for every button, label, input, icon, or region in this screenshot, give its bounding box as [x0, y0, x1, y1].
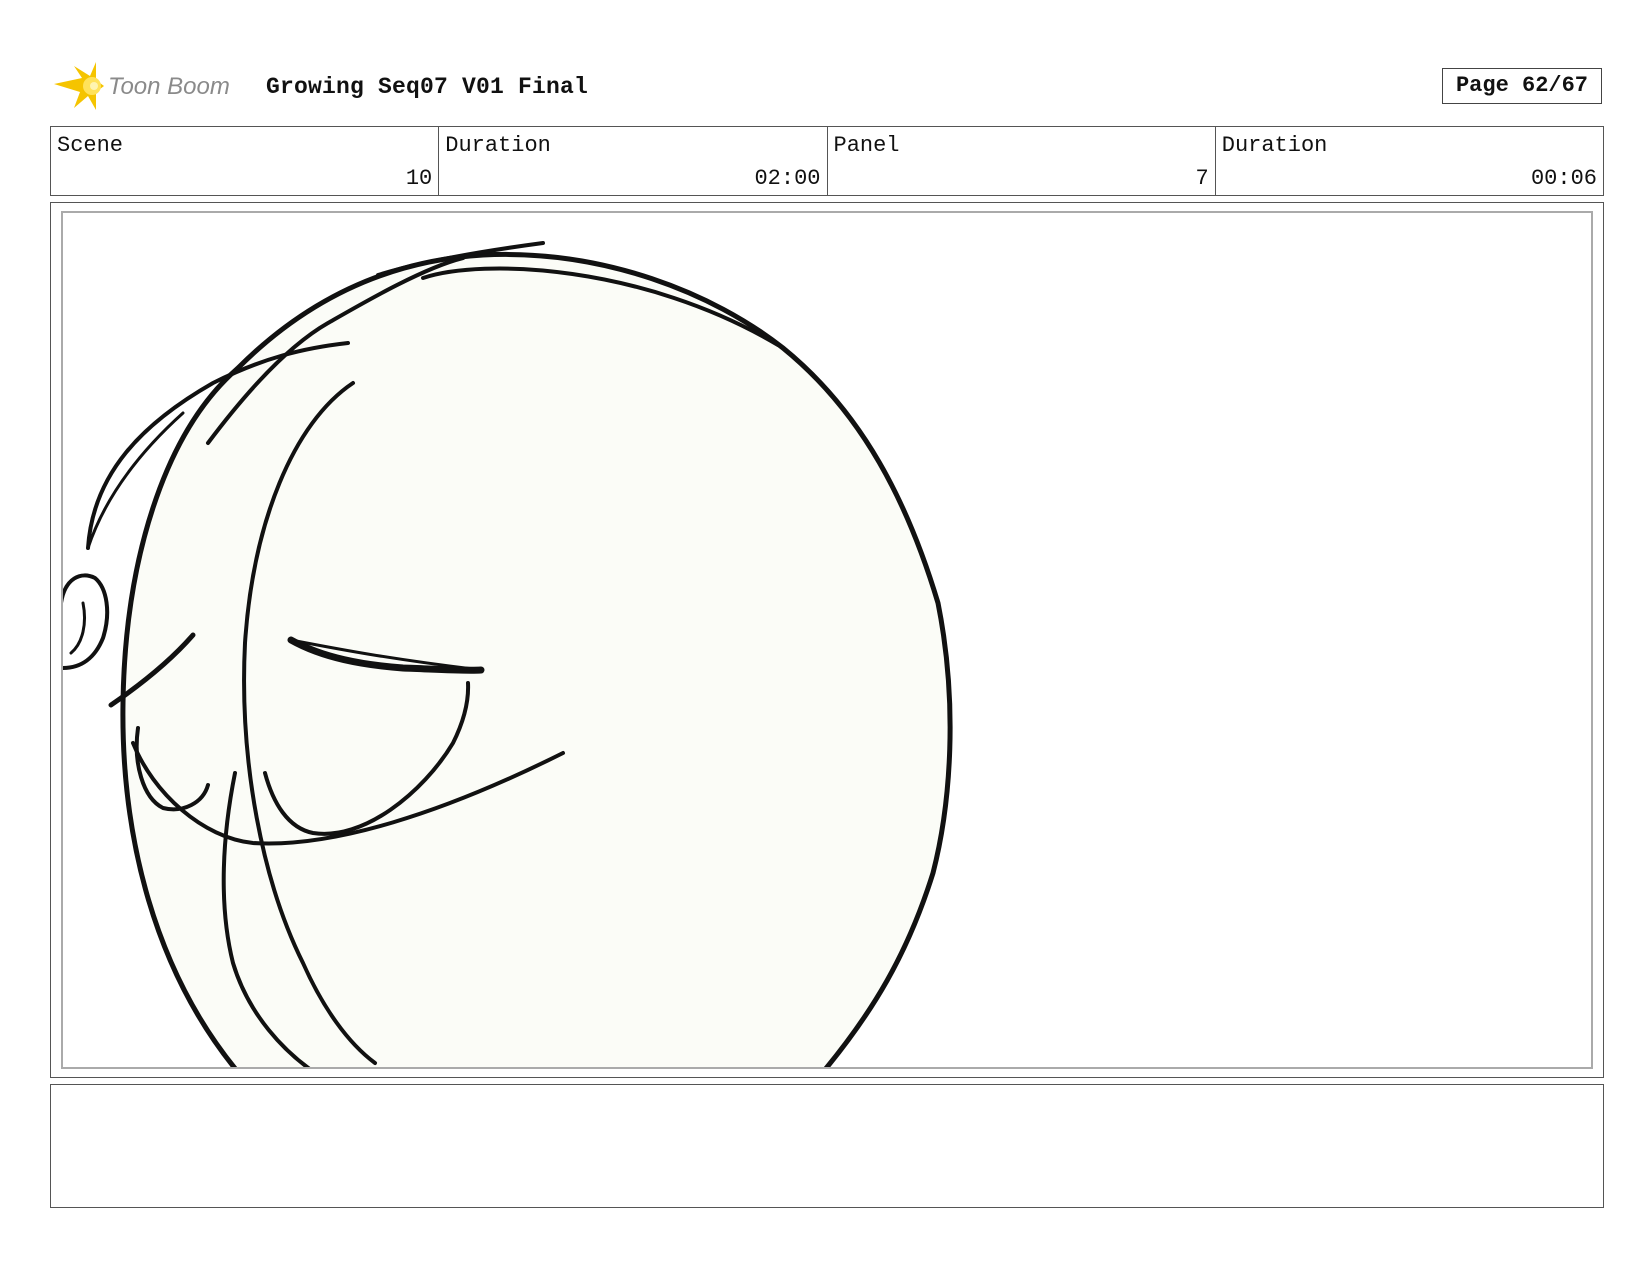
panel-duration-value: 00:06 [1530, 166, 1597, 191]
logo-brand-text: Toon Boom [108, 73, 230, 100]
scene-cell: Scene 10 [51, 127, 440, 195]
head-outline [120, 251, 953, 1067]
document-title: Growing Seq07 V01 Final [266, 74, 589, 100]
panel-duration-cell: Duration 00:06 [1216, 127, 1603, 195]
storyboard-panel-image [61, 211, 1593, 1069]
scene-label: Scene [57, 133, 124, 158]
panel-info-table: Scene 10 Duration 02:00 Panel 7 Duration… [50, 126, 1604, 196]
panel-value: 7 [1195, 166, 1209, 191]
panel-label: Panel [833, 133, 900, 158]
panel-duration-label: Duration [1221, 133, 1328, 158]
panel-cell: Panel 7 [828, 127, 1216, 195]
scene-duration-value: 02:00 [754, 166, 821, 191]
storyboard-panel-frame [50, 202, 1604, 1078]
panel-caption-box [50, 1084, 1604, 1208]
scene-duration-cell: Duration 02:00 [439, 127, 828, 195]
toon-boom-logo: Toon Boom [52, 58, 252, 114]
starburst-icon [54, 62, 104, 110]
scene-duration-label: Duration [445, 133, 551, 158]
page-number: Page 62/67 [1442, 68, 1602, 104]
scene-value: 10 [405, 166, 433, 191]
ear-inner [69, 601, 86, 655]
